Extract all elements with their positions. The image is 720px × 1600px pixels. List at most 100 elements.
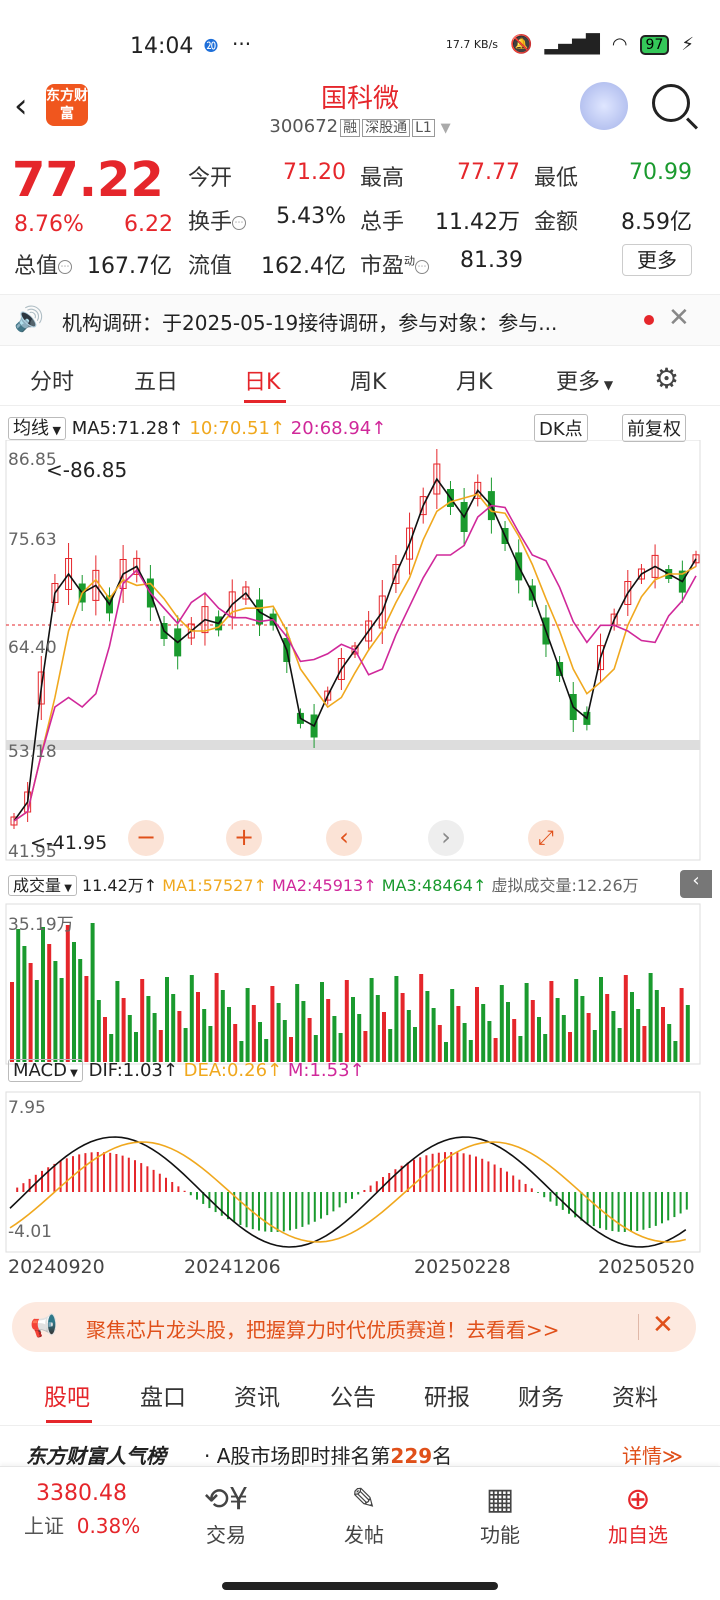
- macd-bar: [685, 1192, 688, 1210]
- volume-bar: [115, 981, 120, 1062]
- tab-five-day[interactable]: 五日: [134, 364, 178, 396]
- speaker-icon: 🔊: [14, 305, 44, 333]
- volume-bar: [344, 980, 349, 1062]
- close-icon[interactable]: ✕: [668, 303, 690, 333]
- collapse-panel-icon[interactable]: ‹: [680, 870, 712, 898]
- date-label-3: 20250228: [414, 1256, 511, 1278]
- nav-functions[interactable]: ▦ 功能: [450, 1481, 550, 1548]
- assistant-robot-icon[interactable]: [580, 82, 628, 130]
- search-icon[interactable]: [652, 84, 690, 122]
- dropdown-icon[interactable]: ▼: [441, 121, 451, 136]
- macd-bar: [53, 1163, 56, 1192]
- zoom-in-icon[interactable]: +: [226, 820, 262, 856]
- volume-bar: [90, 923, 95, 1062]
- volume-bar: [537, 1017, 541, 1062]
- banner-close-icon[interactable]: ✕: [652, 1310, 674, 1340]
- tab-daily-k[interactable]: 日K: [244, 364, 280, 396]
- volume-bar: [258, 1022, 262, 1062]
- nav-trade[interactable]: ⟲¥ 交易: [176, 1481, 276, 1548]
- volume-bar: [468, 1040, 473, 1062]
- macd-bar: [661, 1192, 663, 1224]
- tab-profile[interactable]: 资料: [612, 1378, 658, 1412]
- macd-bar: [388, 1173, 391, 1192]
- fullscreen-icon[interactable]: ⤢: [528, 820, 564, 856]
- volume-selector[interactable]: 成交量 ▼: [8, 875, 77, 896]
- macd-bar: [493, 1164, 496, 1192]
- macd-bar: [65, 1158, 68, 1192]
- macd-bar: [245, 1192, 248, 1228]
- volume-bar: [617, 1028, 622, 1062]
- volume-bar: [425, 991, 430, 1062]
- macd-bar: [239, 1192, 242, 1225]
- index-widget[interactable]: 3380.48 上证 0.38%: [24, 1481, 164, 1539]
- volume-bar: [580, 996, 585, 1062]
- change-amount: 6.22: [124, 212, 173, 237]
- tab-pankou[interactable]: 盘口: [140, 1378, 186, 1412]
- volume-bar: [481, 1004, 486, 1062]
- macd-bar: [481, 1158, 484, 1192]
- notice-bar[interactable]: 🔊 机构调研：于2025-05-19接待调研，参与对象：参与... ✕: [0, 294, 720, 346]
- popularity-text: · A股市场即时排名第229名: [204, 1444, 453, 1468]
- tab-announcements[interactable]: 公告: [330, 1378, 376, 1412]
- macd-bar: [109, 1152, 112, 1192]
- macd-bar: [282, 1192, 285, 1232]
- volume-bar: [183, 1028, 188, 1062]
- ma-selector[interactable]: 均线 ▼: [8, 417, 66, 440]
- scroll-right-icon[interactable]: ›: [428, 820, 464, 856]
- macd-bar: [369, 1185, 372, 1192]
- volume-bar: [47, 944, 52, 1062]
- tab-more[interactable]: 更多 ▼: [556, 364, 613, 396]
- volume-bar: [270, 986, 275, 1062]
- zoom-out-icon[interactable]: −: [128, 820, 164, 856]
- tab-weekly-k[interactable]: 周K: [350, 364, 386, 396]
- macd-bar: [623, 1192, 626, 1232]
- macd-bar: [530, 1188, 533, 1192]
- ma20-value: 20:68.94↑: [290, 418, 387, 439]
- volume-bar: [555, 998, 560, 1062]
- tab-research[interactable]: 研报: [424, 1378, 470, 1412]
- tab-news[interactable]: 资讯: [234, 1378, 280, 1412]
- volume-bar: [289, 1037, 293, 1062]
- back-icon[interactable]: ‹: [14, 86, 28, 126]
- macd-bar: [524, 1183, 527, 1192]
- dk-point-button[interactable]: DK点: [534, 414, 588, 442]
- volume-bar: [394, 976, 399, 1062]
- macd-bar: [326, 1192, 329, 1216]
- adjust-button[interactable]: 前复权: [622, 414, 686, 442]
- volume-bar: [16, 929, 21, 1062]
- kline-svg[interactable]: [0, 440, 720, 1270]
- banner-text[interactable]: 聚焦芯片龙头股，把握算力时代优质赛道！去看看>>: [86, 1314, 560, 1343]
- macd-bar: [158, 1173, 161, 1192]
- settings-gear-icon[interactable]: ⚙: [654, 362, 679, 395]
- promo-banner[interactable]: 📢 聚焦芯片龙头股，把握算力时代优质赛道！去看看>> ✕: [12, 1302, 696, 1352]
- popularity-detail-link[interactable]: 详情≫: [622, 1440, 683, 1469]
- volume-bar: [351, 997, 355, 1062]
- yen-icon: ⟲¥: [203, 1482, 249, 1517]
- chart-area[interactable]: 均线 ▼ MA5:71.28↑ 10:70.51↑ 20:68.94↑ DK点 …: [0, 410, 720, 1280]
- low-label: 最低: [534, 166, 579, 191]
- volume-bar: [561, 1015, 566, 1062]
- high-value: 77.77: [457, 160, 520, 185]
- scroll-left-icon[interactable]: ‹: [326, 820, 362, 856]
- volume-bar: [103, 1017, 107, 1062]
- level-tag[interactable]: L1: [412, 119, 435, 137]
- volume-bar: [599, 977, 603, 1062]
- macd-bar: [413, 1159, 415, 1192]
- more-button[interactable]: 更多: [622, 244, 692, 276]
- nav-post[interactable]: ✎ 发帖: [314, 1481, 414, 1548]
- notice-text[interactable]: 机构调研：于2025-05-19接待调研，参与对象：参与...: [62, 307, 622, 336]
- volume-bar: [227, 1007, 231, 1062]
- macd-selector[interactable]: MACD ▼: [8, 1059, 83, 1082]
- tab-monthly-k[interactable]: 月K: [456, 364, 492, 396]
- macd-bar: [450, 1152, 453, 1192]
- popularity-row[interactable]: 东方财富人气榜 · A股市场即时排名第229名 详情≫: [0, 1436, 720, 1469]
- tab-guba[interactable]: 股吧: [44, 1378, 90, 1412]
- macd-bar: [580, 1192, 583, 1221]
- macd-bar: [592, 1192, 595, 1227]
- app-logo[interactable]: 东方财富: [46, 84, 88, 126]
- tab-finance[interactable]: 财务: [518, 1378, 564, 1412]
- tab-intraday[interactable]: 分时: [30, 364, 74, 396]
- macd-bar: [648, 1192, 651, 1229]
- nav-add-watchlist[interactable]: ⊕ 加自选: [588, 1481, 688, 1548]
- volume-bar: [121, 998, 126, 1062]
